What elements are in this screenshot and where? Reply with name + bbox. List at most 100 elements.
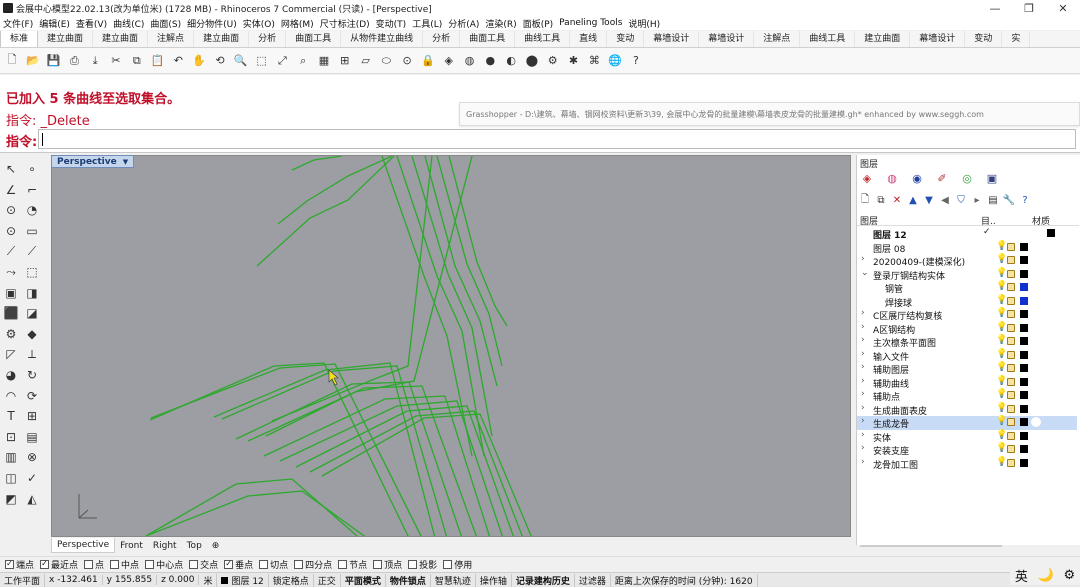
visibility-bulb-icon[interactable]: 💡 bbox=[996, 443, 1007, 453]
input-method-icon[interactable]: 英 bbox=[1015, 566, 1028, 585]
left-tool-icon[interactable]: ✓ bbox=[23, 469, 41, 487]
print-icon[interactable]: ⎙ bbox=[66, 53, 82, 69]
zoom-extents-icon[interactable]: ⤢ bbox=[274, 53, 290, 69]
visibility-bulb-icon[interactable]: 💡 bbox=[996, 376, 1007, 386]
menu-item[interactable]: 面板(P) bbox=[523, 17, 553, 30]
menu-item[interactable]: 实体(O) bbox=[243, 17, 275, 30]
layer-row[interactable]: 钢管 💡 bbox=[857, 281, 1077, 295]
left-tool-icon[interactable]: ⊞ bbox=[23, 407, 41, 425]
layer-color-swatch[interactable] bbox=[1020, 445, 1028, 453]
left-tool-icon[interactable]: ↖ bbox=[2, 160, 20, 178]
toolbar-tab[interactable]: 幕墙设计 bbox=[699, 31, 755, 47]
layer-row[interactable]: › 辅助图层 💡 bbox=[857, 362, 1077, 376]
lock-icon[interactable] bbox=[1007, 445, 1015, 453]
status-toggle[interactable]: 智慧轨迹 bbox=[431, 573, 476, 587]
layer-color-swatch[interactable] bbox=[1020, 364, 1028, 372]
layer-color-swatch[interactable] bbox=[1020, 256, 1028, 264]
chevron-right-icon[interactable]: › bbox=[861, 403, 865, 413]
view-tab[interactable]: ⊕ bbox=[207, 539, 225, 553]
command-input[interactable] bbox=[38, 129, 1076, 149]
lock-icon[interactable] bbox=[1007, 242, 1015, 251]
layer-row[interactable]: › 输入文件 💡 bbox=[857, 349, 1077, 363]
close-button[interactable]: ✕ bbox=[1046, 2, 1080, 15]
viewport-title-tab[interactable]: Perspective ▼ bbox=[51, 155, 135, 168]
visibility-bulb-icon[interactable]: 💡 bbox=[996, 430, 1007, 440]
globe-icon[interactable]: 🌐 bbox=[607, 53, 623, 69]
checkbox[interactable]: ✓ bbox=[224, 559, 234, 569]
script-icon[interactable]: ⌘ bbox=[586, 53, 602, 69]
chevron-right-icon[interactable]: › bbox=[861, 416, 865, 426]
chevron-right-icon[interactable]: › bbox=[861, 349, 865, 359]
osnap-option[interactable]: ✓ 垂点 bbox=[224, 558, 253, 571]
zoom-icon[interactable]: 🔍 bbox=[233, 53, 249, 69]
view-tab[interactable]: Perspective bbox=[51, 538, 116, 553]
menu-item[interactable]: 细分物件(U) bbox=[187, 17, 237, 30]
moon-icon[interactable]: 🌙 bbox=[1038, 568, 1054, 583]
paste-icon[interactable]: 📋 bbox=[150, 53, 166, 69]
maximize-button[interactable]: ❐ bbox=[1012, 2, 1046, 15]
toolbar-tab[interactable]: 直线 bbox=[570, 31, 608, 47]
toolbar-tab[interactable]: 实 bbox=[1002, 31, 1031, 47]
osnap-option[interactable]: 切点 bbox=[259, 558, 288, 571]
save-icon[interactable]: 💾 bbox=[46, 53, 62, 69]
menu-item[interactable]: 网格(M) bbox=[281, 17, 314, 30]
left-tool-icon[interactable]: ⊡ bbox=[2, 428, 20, 446]
osnap-option[interactable]: ✓ 最近点 bbox=[40, 558, 78, 571]
osnap-icon[interactable]: ⊙ bbox=[399, 53, 415, 69]
status-toggle[interactable]: 锁定格点 bbox=[269, 573, 314, 587]
visibility-bulb-icon[interactable]: 💡 bbox=[996, 268, 1007, 278]
osnap-option[interactable]: 停用 bbox=[443, 558, 472, 571]
chevron-right-icon[interactable]: › bbox=[861, 322, 865, 332]
layer-color-swatch[interactable] bbox=[1020, 418, 1028, 426]
layer-color-swatch[interactable] bbox=[1020, 458, 1028, 467]
new-icon[interactable]: 🗋 bbox=[4, 53, 20, 69]
view-tab[interactable]: Top bbox=[182, 539, 207, 553]
lock-icon[interactable] bbox=[1007, 283, 1015, 291]
left-tool-icon[interactable]: ↻ bbox=[23, 366, 41, 384]
chevron-right-icon[interactable]: › bbox=[861, 430, 865, 440]
left-tool-icon[interactable]: ◪ bbox=[23, 304, 41, 322]
toolbar-tab[interactable]: 注解点 bbox=[148, 31, 195, 47]
visibility-bulb-icon[interactable]: 💡 bbox=[996, 295, 1007, 305]
help-icon[interactable]: ? bbox=[628, 53, 644, 69]
import-icon[interactable]: ⤓ bbox=[87, 53, 103, 69]
keel-curve[interactable] bbox=[145, 490, 367, 537]
toolbar-tab[interactable]: 建立曲面 bbox=[38, 31, 94, 47]
toolbar-tab[interactable]: 幕墙设计 bbox=[910, 31, 966, 47]
osnap-option[interactable]: 中点 bbox=[110, 558, 139, 571]
layer-icon[interactable]: ◈ bbox=[441, 53, 457, 69]
visibility-bulb-icon[interactable]: 💡 bbox=[996, 362, 1007, 372]
visibility-bulb-icon[interactable]: 💡 bbox=[996, 416, 1007, 426]
grasshopper-window-title[interactable]: Grasshopper - D:\建筑、幕墙、钢网校资料\更新3\39, 会展中… bbox=[459, 102, 1080, 126]
checkbox[interactable] bbox=[443, 559, 453, 569]
lock-icon[interactable] bbox=[1007, 404, 1015, 413]
osnap-option[interactable]: 投影 bbox=[408, 558, 437, 571]
tools-icon[interactable]: 🔧 bbox=[1002, 195, 1016, 206]
toolbar-tab[interactable]: 曲线工具 bbox=[515, 31, 571, 47]
left-tool-icon[interactable]: ∘ bbox=[23, 160, 41, 178]
material-tab-icon[interactable]: ◉ bbox=[908, 171, 926, 185]
layer-row[interactable]: 图层 08 💡 bbox=[857, 241, 1077, 255]
keel-curve[interactable] bbox=[277, 156, 393, 225]
new-layer-icon[interactable]: 🗋 bbox=[858, 192, 872, 209]
left-tool-icon[interactable]: ◫ bbox=[2, 469, 20, 487]
left-tool-icon[interactable]: ⊙ bbox=[2, 201, 20, 219]
chevron-right-icon[interactable]: › bbox=[861, 376, 865, 386]
toolbar-tab[interactable]: 分析 bbox=[423, 31, 461, 47]
cplane-indicator[interactable]: 工作平面 bbox=[0, 573, 46, 587]
viewport-layout-icon[interactable]: ▦ bbox=[316, 53, 332, 69]
status-toggle[interactable]: 操作轴 bbox=[476, 573, 512, 587]
arrow-right-icon[interactable]: ▸ bbox=[970, 195, 984, 206]
toolbar-tab[interactable]: 幕墙设计 bbox=[644, 31, 700, 47]
osnap-option[interactable]: 中心点 bbox=[145, 558, 183, 571]
chevron-right-icon[interactable]: › bbox=[861, 308, 865, 318]
move-down-icon[interactable]: ▼ bbox=[922, 195, 936, 206]
chevron-right-icon[interactable]: › bbox=[861, 389, 865, 399]
layer-state-icon[interactable]: ▤ bbox=[986, 195, 1000, 206]
layer-row[interactable]: › 辅助曲线 💡 bbox=[857, 376, 1077, 390]
left-tool-icon[interactable]: ⟳ bbox=[23, 387, 41, 405]
lock-icon[interactable] bbox=[1007, 391, 1015, 399]
new-sublayer-icon[interactable]: ⧉ bbox=[874, 195, 888, 206]
visibility-bulb-icon[interactable]: 💡 bbox=[996, 254, 1007, 264]
left-tool-icon[interactable]: ▤ bbox=[23, 428, 41, 446]
